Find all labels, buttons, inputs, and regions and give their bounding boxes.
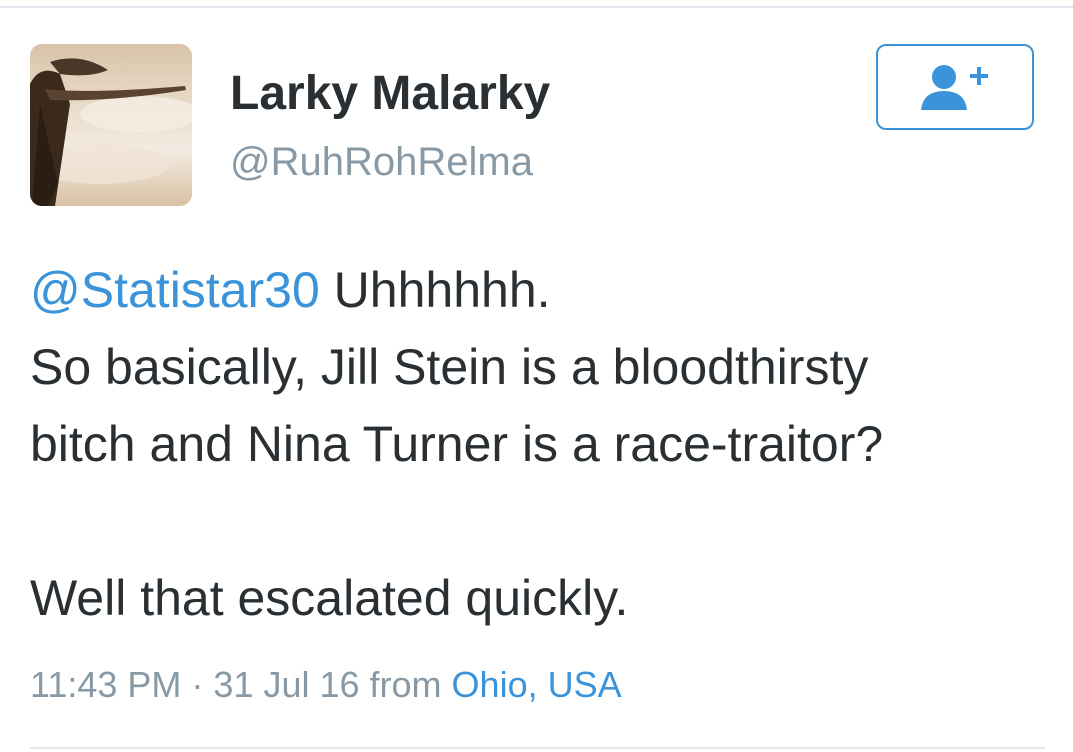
tweet-time[interactable]: 11:43 PM	[30, 664, 181, 705]
tweet-line-4: Well that escalated quickly.	[30, 570, 629, 626]
tweet-line-3: bitch and Nina Turner is a race-traitor?	[30, 416, 884, 472]
tweet-meta: 11:43 PM · 31 Jul 16 from Ohio, USA	[30, 664, 622, 706]
tweet-line-1-text: Uhhhhhh.	[319, 262, 551, 318]
display-name[interactable]: Larky Malarky	[230, 66, 550, 121]
meta-separator: ·	[181, 664, 214, 705]
tweet-line-2: So basically, Jill Stein is a bloodthirs…	[30, 339, 869, 395]
user-handle[interactable]: @RuhRohRelma	[230, 140, 533, 185]
from-label: from	[359, 664, 452, 705]
bottom-divider	[30, 747, 1045, 749]
add-user-icon	[921, 65, 988, 110]
avatar[interactable]	[30, 44, 192, 206]
tweet-date[interactable]: 31 Jul 16	[213, 664, 359, 705]
top-divider	[0, 6, 1073, 8]
follow-button[interactable]	[876, 44, 1034, 130]
location-link[interactable]: Ohio, USA	[452, 664, 622, 705]
tweet-text: @Statistar30 Uhhhhhh. So basically, Jill…	[30, 252, 1060, 637]
tweet-line-1: @Statistar30 Uhhhhhh.	[30, 252, 1060, 329]
mention-link[interactable]: @Statistar30	[30, 262, 320, 318]
avatar-image	[30, 58, 192, 206]
